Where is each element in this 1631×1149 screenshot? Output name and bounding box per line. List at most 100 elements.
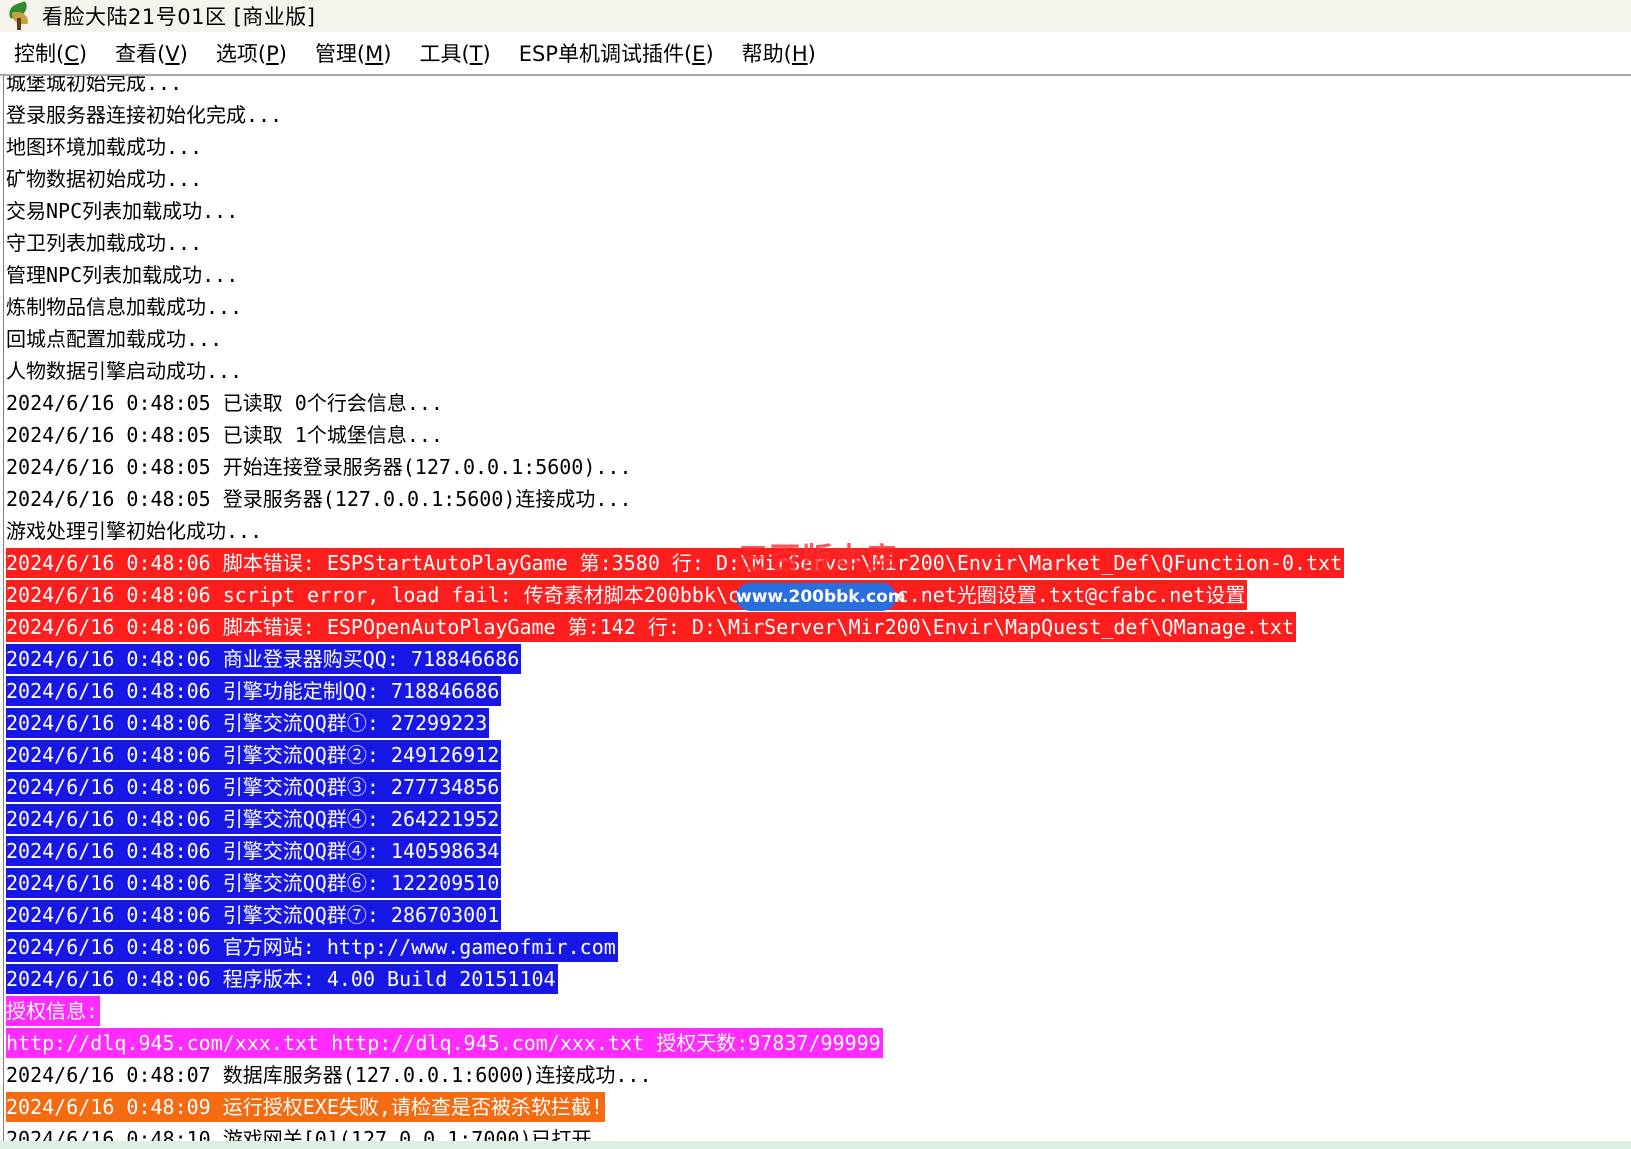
log-row: 管理NPC列表加载成功... [6, 260, 1344, 292]
log-row: 2024/6/16 0:48:06 引擎交流QQ群④: 264221952 [6, 804, 1344, 836]
menu-item-label: 选项( [215, 42, 267, 66]
log-row: 2024/6/16 0:48:06 脚本错误: ESPOpenAutoPlayG… [6, 612, 1344, 644]
log-line: 2024/6/16 0:48:06 引擎功能定制QQ: 718846686 [6, 676, 502, 706]
menu-item-label: 帮助( [741, 42, 792, 66]
log-line: 人物数据引擎启动成功... [6, 359, 243, 383]
log-line: 炼制物品信息加载成功... [6, 295, 243, 319]
log-row: 炼制物品信息加载成功... [6, 292, 1344, 324]
log-row: 2024/6/16 0:48:05 开始连接登录服务器(127.0.0.1:56… [6, 452, 1344, 484]
log-line: 游戏处理引擎初始化成功... [6, 519, 263, 543]
log-line: 管理NPC列表加载成功... [6, 263, 239, 287]
log-line: 登录服务器连接初始化完成... [6, 103, 283, 127]
log-row: 人物数据引擎启动成功... [6, 356, 1344, 388]
log-line: 2024/6/16 0:48:06 官方网站: http://www.gameo… [6, 932, 618, 962]
log-row: 2024/6/16 0:48:06 官方网站: http://www.gameo… [6, 932, 1344, 964]
log-row: 2024/6/16 0:48:06 脚本错误: ESPStartAutoPlay… [6, 548, 1345, 580]
log-line: 2024/6/16 0:48:06 引擎交流QQ群①: 27299223 [6, 708, 490, 738]
log-row: 2024/6/16 0:48:10 游戏网关[0](127.0.0.1:7000… [6, 1124, 1344, 1141]
menu-item[interactable]: 工具(T) [405, 36, 504, 72]
log-line: 2024/6/16 0:48:05 开始连接登录服务器(127.0.0.1:56… [6, 455, 632, 479]
log-row: 2024/6/16 0:48:06 引擎交流QQ群③: 277734856 [6, 772, 1344, 804]
log-row: 2024/6/16 0:48:09 运行授权EXE失败,请检查是否被杀软拦截! [6, 1092, 1344, 1124]
menu-item-accelerator: C [64, 42, 79, 66]
log-row: 城堡城初始完成... [6, 76, 1344, 100]
log-row: 2024/6/16 0:48:06 程序版本: 4.00 Build 20151… [6, 964, 1344, 996]
log-line: 2024/6/16 0:48:06 引擎交流QQ群④: 140598634 [6, 836, 502, 866]
menu-item[interactable]: 查看(V) [101, 36, 202, 72]
menu-item-label: ESP单机调试插件( [518, 42, 693, 66]
log-row: 2024/6/16 0:48:05 登录服务器(127.0.0.1:5600)连… [6, 484, 1344, 516]
log-line: 2024/6/16 0:48:10 游戏网关[0](127.0.0.1:7000… [6, 1127, 628, 1141]
log-row: 2024/6/16 0:48:06 引擎交流QQ群⑦: 286703001 [6, 900, 1344, 932]
status-strip [0, 1141, 1631, 1149]
menu-item-label-end: ) [383, 42, 392, 66]
menu-item-label: 管理( [314, 42, 366, 66]
log-row: 登录服务器连接初始化完成... [6, 100, 1344, 132]
log-line: 2024/6/16 0:48:06 程序版本: 4.00 Build 20151… [6, 964, 558, 994]
log-line: 地图环境加载成功... [6, 135, 203, 159]
menu-item[interactable]: ESP单机调试插件(E) [505, 36, 728, 72]
menu-item[interactable]: 管理(M) [301, 36, 406, 72]
menu-item-accelerator: H [791, 42, 808, 66]
log-line: 2024/6/16 0:48:06 引擎交流QQ群②: 249126912 [6, 740, 502, 770]
menu-item-label-end: ) [482, 42, 491, 66]
log-row: 授权信息: [6, 996, 1344, 1028]
title-bar: 看脸大陆21号01区 [商业版] [0, 0, 1631, 32]
menu-item-label-end: ) [78, 42, 88, 66]
menu-item-label: 查看( [115, 42, 166, 66]
log-line: 2024/6/16 0:48:06 商业登录器购买QQ: 718846686 [6, 644, 522, 674]
app-tree-icon [4, 0, 34, 30]
log-line: 2024/6/16 0:48:06 引擎交流QQ群③: 277734856 [6, 772, 502, 802]
menu-bar: 控制(C) 查看(V) 选项(P) 管理(M) 工具(T) ESP单机调试插件(E) 帮助(… [0, 34, 1631, 76]
log-row: 2024/6/16 0:48:06 引擎交流QQ群⑥: 122209510 [6, 868, 1344, 900]
log-line: 2024/6/16 0:48:06 引擎交流QQ群④: 264221952 [6, 804, 502, 834]
log-row: 回城点配置加载成功... [6, 324, 1344, 356]
log-row: 2024/6/16 0:48:05 已读取 0个行会信息... [6, 388, 1344, 420]
log-line: 2024/6/16 0:48:05 登录服务器(127.0.0.1:5600)连… [6, 487, 632, 511]
log-row: 2024/6/16 0:48:06 script error, load fai… [6, 580, 1344, 612]
log-line: 授权信息: [6, 996, 101, 1026]
log-row: 2024/6/16 0:48:07 数据库服务器(127.0.0.1:6000)… [6, 1060, 1344, 1092]
menu-item-label-end: ) [278, 42, 287, 66]
log-line: 城堡城初始完成... [6, 76, 183, 95]
log-line: 2024/6/16 0:48:07 数据库服务器(127.0.0.1:6000)… [6, 1063, 652, 1087]
menu-item-accelerator: P [266, 42, 279, 66]
log-row: 2024/6/16 0:48:06 引擎交流QQ群④: 140598634 [6, 836, 1344, 868]
menu-item-accelerator: M [365, 42, 384, 66]
log-row: 游戏处理引擎初始化成功... [6, 516, 1344, 548]
menu-item-label-end: ) [705, 42, 714, 66]
log-line: 交易NPC列表加载成功... [6, 199, 239, 223]
menu-item-accelerator: E [692, 42, 706, 66]
log-line: 2024/6/16 0:48:06 脚本错误: ESPOpenAutoPlayG… [6, 612, 1296, 642]
menu-item[interactable]: 控制(C) [0, 36, 101, 72]
menu-item-label-end: ) [807, 42, 816, 66]
menu-item-label: 控制( [14, 42, 65, 66]
log-row: 2024/6/16 0:48:06 引擎交流QQ群②: 249126912 [6, 740, 1344, 772]
log-row: 地图环境加载成功... [6, 132, 1344, 164]
log-row: 矿物数据初始成功... [6, 164, 1344, 196]
log-line: 回城点配置加载成功... [6, 327, 223, 351]
log-row: 守卫列表加载成功... [6, 228, 1344, 260]
log-row: 2024/6/16 0:48:06 引擎交流QQ群①: 27299223 [6, 708, 1344, 740]
watermark-text: 三百版本库 [738, 542, 898, 577]
log-row: 2024/6/16 0:48:05 已读取 1个城堡信息... [6, 420, 1344, 452]
log-line: http://dlq.945.com/xxx.txt http://dlq.94… [6, 1028, 883, 1058]
log-row: http://dlq.945.com/xxx.txt http://dlq.94… [6, 1028, 1344, 1060]
menu-item[interactable]: 选项(P) [202, 36, 301, 72]
log-line: 矿物数据初始成功... [6, 167, 203, 191]
log-row: 2024/6/16 0:48:06 商业登录器购买QQ: 718846686 [6, 644, 1344, 676]
window-title: 看脸大陆21号01区 [商业版] [42, 5, 316, 29]
menu-item[interactable]: 帮助(H) [728, 36, 830, 72]
log-line: 2024/6/16 0:48:09 运行授权EXE失败,请检查是否被杀软拦截! [6, 1092, 605, 1122]
log-line: 2024/6/16 0:48:06 引擎交流QQ群⑥: 122209510 [6, 868, 502, 898]
menu-item-accelerator: T [469, 42, 483, 66]
watermark-url-badge: www.200bbk.com [736, 583, 906, 611]
log-line: 2024/6/16 0:48:06 script error, load fai… [6, 580, 1248, 610]
log-row: 交易NPC列表加载成功... [6, 196, 1344, 228]
log-line: 2024/6/16 0:48:06 引擎交流QQ群⑦: 286703001 [6, 900, 502, 930]
menu-item-label-end: ) [179, 42, 188, 66]
menu-item-label: 工具( [419, 42, 470, 66]
menu-item-accelerator: V [165, 42, 180, 66]
log-line: 2024/6/16 0:48:05 已读取 1个城堡信息... [6, 423, 443, 447]
log-line: 守卫列表加载成功... [6, 231, 203, 255]
